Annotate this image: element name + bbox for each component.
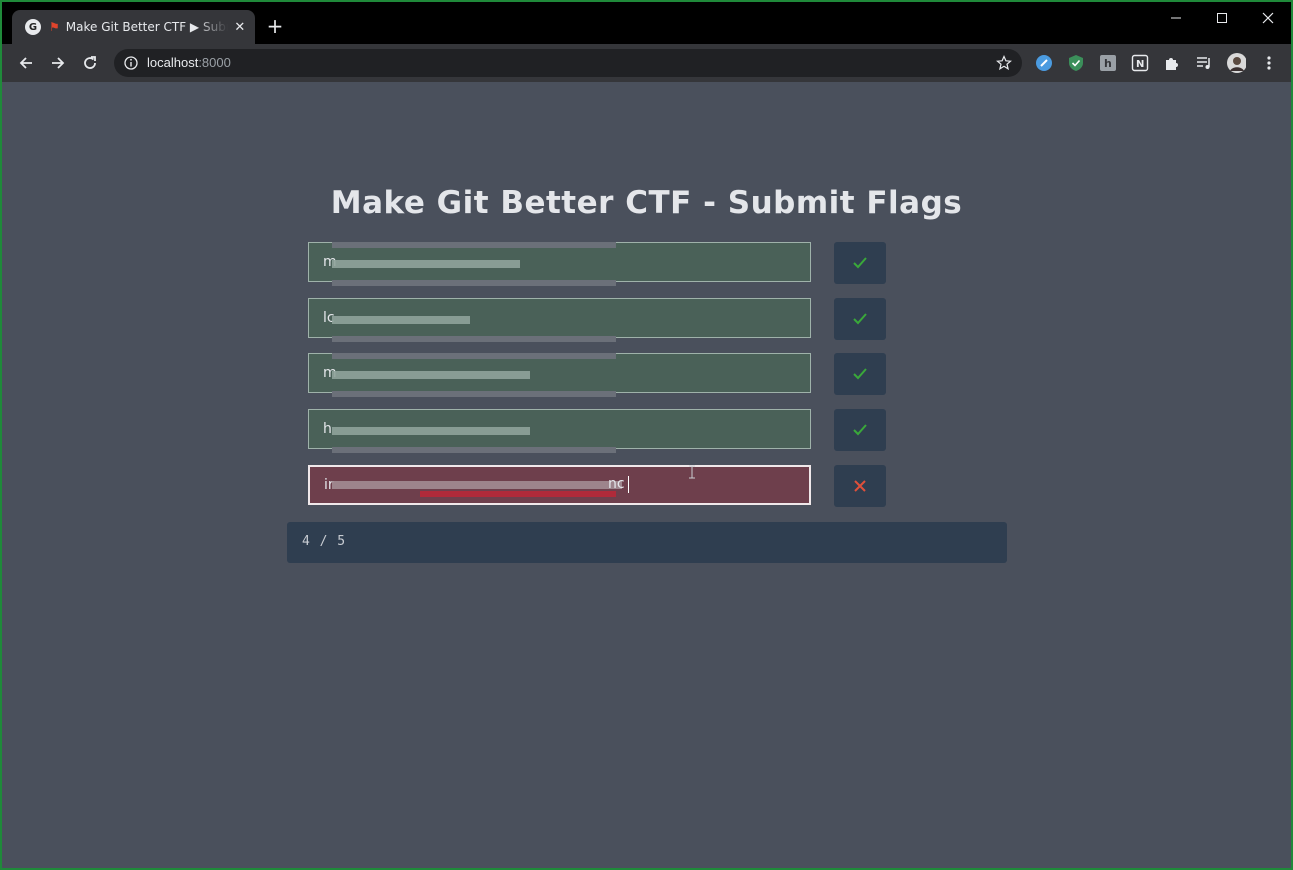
progress-bar: 4 / 5	[287, 522, 1007, 563]
ibeam-cursor-icon	[689, 465, 695, 479]
browser-window: G ⚑ Make Git Better CTF ▶ Submit Flags ✕…	[0, 0, 1293, 870]
puzzle-icon[interactable]	[1162, 53, 1182, 73]
github-icon: G	[25, 19, 41, 35]
minimize-icon[interactable]	[1153, 2, 1199, 34]
close-window-icon[interactable]	[1245, 2, 1291, 34]
check-icon	[853, 368, 867, 380]
forward-icon[interactable]	[48, 53, 68, 73]
url-host: localhost	[147, 55, 199, 70]
close-tab-icon[interactable]: ✕	[232, 20, 248, 35]
check-icon	[853, 424, 867, 436]
browser-tab[interactable]: G ⚑ Make Git Better CTF ▶ Submit Flags ✕	[12, 10, 255, 44]
reload-icon[interactable]	[80, 53, 100, 73]
flag-input-5-suffix: nc	[608, 476, 625, 492]
address-bar[interactable]: localhost:8000	[114, 49, 1022, 77]
url-port: :8000	[198, 55, 231, 70]
flag-row-1	[308, 242, 888, 286]
text-caret	[628, 476, 629, 493]
tab-strip: G ⚑ Make Git Better CTF ▶ Submit Flags ✕…	[2, 2, 1291, 44]
submit-flag-2-button[interactable]	[834, 298, 886, 340]
submit-flag-5-button[interactable]	[834, 465, 886, 507]
notion-icon[interactable]: N	[1130, 53, 1150, 73]
submit-flag-1-button[interactable]	[834, 242, 886, 284]
page-content: Make Git Better CTF - Submit Flags m lc …	[2, 82, 1291, 868]
back-icon[interactable]	[16, 53, 36, 73]
extension-compass-icon[interactable]	[1034, 53, 1054, 73]
flag-input-2[interactable]	[308, 298, 811, 338]
flag-row-3	[308, 353, 888, 397]
media-icon[interactable]	[1194, 53, 1214, 73]
page-title: Make Git Better CTF - Submit Flags	[330, 185, 963, 221]
svg-text:h: h	[1104, 57, 1112, 70]
menu-icon[interactable]	[1259, 53, 1279, 73]
flag-row-5: nc	[308, 465, 888, 507]
flag-input-1[interactable]	[308, 242, 811, 282]
extension-shield-icon[interactable]	[1066, 53, 1086, 73]
flag-row-4	[308, 409, 888, 453]
cross-icon	[854, 480, 866, 492]
svg-text:N: N	[1136, 59, 1144, 70]
info-icon[interactable]	[124, 55, 138, 74]
submit-flag-3-button[interactable]	[834, 353, 886, 395]
submit-flag-4-button[interactable]	[834, 409, 886, 451]
browser-toolbar: localhost:8000 h N	[2, 44, 1291, 82]
maximize-icon[interactable]	[1199, 2, 1245, 34]
flag-input-3[interactable]	[308, 353, 811, 393]
check-icon	[853, 257, 867, 269]
profile-avatar[interactable]	[1226, 53, 1246, 73]
check-icon	[853, 313, 867, 325]
window-controls	[1153, 2, 1291, 34]
flag-input-4[interactable]	[308, 409, 811, 449]
tab-title: Make Git Better CTF ▶ Submit Flags	[65, 20, 228, 34]
url-text[interactable]: localhost:8000	[147, 55, 231, 70]
new-tab-icon[interactable]: +	[264, 15, 286, 37]
flag-icon: ⚑	[49, 20, 60, 34]
progress-text: 4 / 5	[302, 534, 347, 549]
extension-h-icon[interactable]: h	[1098, 53, 1118, 73]
flag-input-5[interactable]	[308, 465, 811, 505]
star-icon[interactable]	[996, 55, 1012, 75]
flag-row-2	[308, 298, 888, 342]
